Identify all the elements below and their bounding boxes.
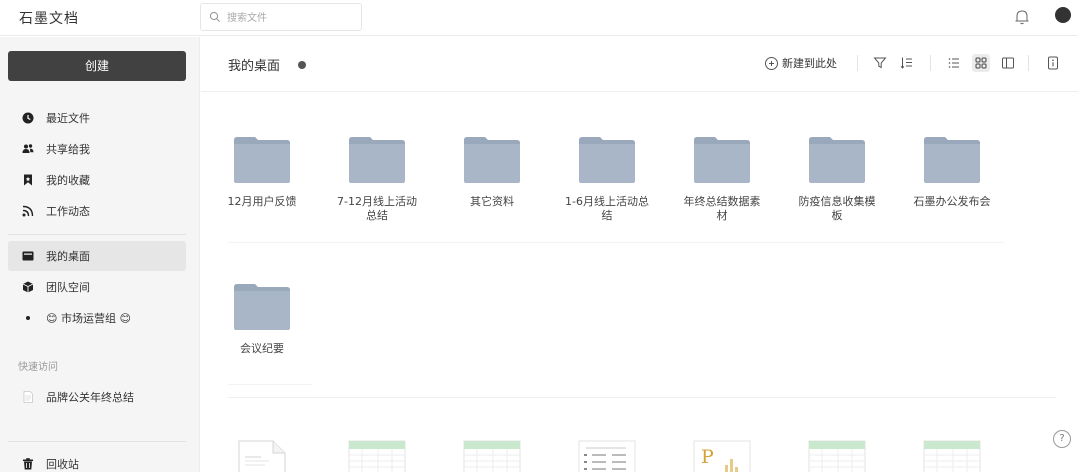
- header-divider: [201, 91, 1078, 92]
- sidebar-divider: [8, 234, 186, 235]
- grid-view-icon[interactable]: [972, 54, 990, 72]
- folder-name: 石墨办公发布会: [913, 195, 991, 208]
- search-input[interactable]: [227, 9, 357, 27]
- sidebar-divider: [8, 441, 186, 442]
- folder-icon: [349, 137, 405, 183]
- list-view-icon[interactable]: [945, 54, 963, 72]
- toolbar-divider: [930, 55, 931, 71]
- row-shadow: [228, 242, 1004, 243]
- folder-card[interactable]: 1-6月线上活动总结: [561, 136, 653, 223]
- quick-item-brand-pr[interactable]: 品牌公关年终总结: [8, 382, 186, 412]
- new-here-button[interactable]: 新建到此处: [765, 55, 837, 71]
- new-here-label: 新建到此处: [782, 57, 837, 70]
- folder-card[interactable]: 7-12月线上活动总结: [331, 136, 423, 223]
- sidebar-item-recent[interactable]: 最近文件: [8, 103, 186, 133]
- sidebar-item-label: 我的桌面: [46, 250, 90, 263]
- sheet-file-thumbnail[interactable]: [923, 439, 981, 472]
- folder-icon: [464, 137, 520, 183]
- sidebar-item-activity[interactable]: 工作动态: [8, 196, 186, 226]
- toolbar-divider: [1028, 55, 1029, 71]
- sidebar-item-trash[interactable]: 回收站: [8, 449, 186, 472]
- quick-access-label: 快速访问: [18, 362, 58, 373]
- sidebar: 创建 最近文件 共享给我 我的收藏 工作动态 我的桌面 团队空间 😊 市场运营组…: [0, 37, 200, 472]
- doc-icon: [23, 391, 33, 403]
- search-box[interactable]: [200, 3, 362, 31]
- sidebar-item-label: 共享给我: [46, 143, 90, 156]
- sidebar-item-label: 😊 市场运营组 😊: [46, 312, 131, 325]
- sidebar-item-team-space[interactable]: 团队空间: [8, 272, 186, 302]
- folder-name: 其它资料: [470, 195, 514, 208]
- folder-name: 12月用户反馈: [227, 195, 297, 208]
- help-button[interactable]: ?: [1053, 430, 1071, 448]
- status-dot: [298, 61, 306, 69]
- desktop-icon: [22, 251, 34, 261]
- folder-name: 7-12月线上活动总结: [337, 195, 417, 222]
- sidebar-item-label: 最近文件: [46, 112, 90, 125]
- folder-icon: [924, 137, 980, 183]
- bookmark-icon: [24, 174, 32, 186]
- users-icon: [22, 144, 34, 153]
- folder-name: 1-6月线上活动总结: [565, 195, 649, 222]
- doc-file-thumbnail[interactable]: [233, 439, 291, 472]
- sidebar-item-label: 团队空间: [46, 281, 90, 294]
- sidebar-item-label: 我的收藏: [46, 174, 90, 187]
- sheet-file-thumbnail[interactable]: [348, 439, 406, 472]
- sidebar-item-favorites[interactable]: 我的收藏: [8, 165, 186, 195]
- section-divider: [228, 397, 1056, 398]
- folder-name: 防疫信息收集模板: [798, 195, 876, 222]
- create-button[interactable]: 创建: [8, 51, 186, 81]
- sheet-file-thumbnail[interactable]: [808, 439, 866, 472]
- sidebar-item-shared[interactable]: 共享给我: [8, 134, 186, 164]
- table-file-thumbnail[interactable]: [578, 439, 636, 472]
- folder-icon: [809, 137, 865, 183]
- sheet-file-thumbnail[interactable]: [463, 439, 521, 472]
- avatar[interactable]: [1055, 7, 1071, 23]
- sidebar-item-label: 品牌公关年终总结: [46, 391, 134, 404]
- svg-text:P: P: [701, 446, 714, 468]
- sidebar-item-marketing-team[interactable]: 😊 市场运营组 😊: [8, 303, 186, 333]
- top-bar: 石墨文档: [0, 0, 1078, 36]
- bell-icon[interactable]: [1014, 8, 1030, 26]
- rss-icon: [22, 205, 34, 217]
- sidebar-item-label: 工作动态: [46, 205, 90, 218]
- app-title[interactable]: 石墨文档: [19, 8, 79, 28]
- row-shadow: [228, 384, 312, 385]
- folder-card[interactable]: 石墨办公发布会: [906, 136, 998, 209]
- filter-icon[interactable]: [871, 54, 889, 72]
- folder-icon: [579, 137, 635, 183]
- folder-card[interactable]: 会议纪要: [216, 283, 308, 356]
- plus-circle-icon: [765, 56, 778, 70]
- search-icon: [209, 11, 220, 22]
- dot-icon: [26, 316, 30, 320]
- cube-icon: [22, 281, 34, 293]
- folder-card[interactable]: 防疫信息收集模板: [791, 136, 883, 223]
- sidebar-item-desktop[interactable]: 我的桌面: [8, 241, 186, 271]
- folder-icon: [234, 137, 290, 183]
- clock-icon: [22, 112, 34, 124]
- slides-file-thumbnail[interactable]: P: [693, 439, 751, 472]
- info-icon[interactable]: [1044, 54, 1062, 72]
- folder-card[interactable]: 年终总结数据素材: [676, 136, 768, 223]
- folder-name: 年终总结数据素材: [683, 195, 761, 222]
- trash-icon: [23, 458, 33, 470]
- folder-icon: [234, 284, 290, 330]
- folder-name: 会议纪要: [240, 342, 284, 355]
- toolbar-divider: [857, 55, 858, 71]
- folder-card[interactable]: 其它资料: [446, 136, 538, 209]
- panel-view-icon[interactable]: [999, 54, 1017, 72]
- page-title: 我的桌面: [228, 59, 281, 74]
- main-content: 我的桌面 新建到此处 12月用户反馈 7-12月线上活动总结 其它资料 1-6月…: [201, 37, 1078, 472]
- folder-card[interactable]: 12月用户反馈: [216, 136, 308, 209]
- folder-icon: [694, 137, 750, 183]
- sidebar-item-label: 回收站: [46, 458, 79, 471]
- sort-icon[interactable]: [898, 54, 916, 72]
